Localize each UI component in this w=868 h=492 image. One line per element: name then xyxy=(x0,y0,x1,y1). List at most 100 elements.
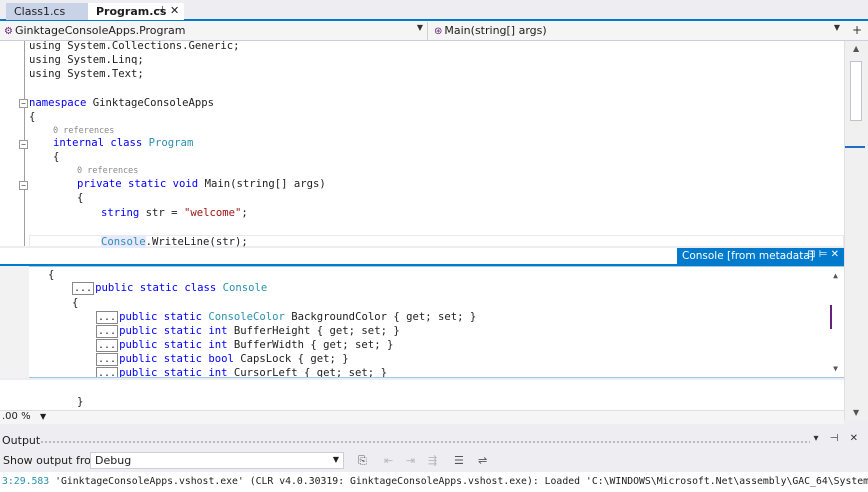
code-line-method: private static void Main(string[] args) xyxy=(77,178,326,192)
document-tab-bar: Class1.cs Program.cs ⊣ ✕ xyxy=(0,0,868,21)
member-name: BackgroundColor { get; set; } xyxy=(284,311,477,323)
code-line-brace: { xyxy=(77,192,84,204)
collapse-toggle[interactable]: − xyxy=(19,181,28,190)
code-line-string-decl: string str = "welcome"; xyxy=(101,207,248,221)
console-type-reference[interactable]: Console xyxy=(101,236,146,248)
member-name: CapsLock { get; } xyxy=(240,353,349,365)
type-dropdown[interactable]: ⚙ GinktageConsoleApps.Program ▼ xyxy=(0,22,428,40)
peek-tab-buttons[interactable]: ⊟ ⊨ ✕ xyxy=(807,249,839,260)
navigation-bar: ⚙ GinktageConsoleApps.Program ▼ ⊛ Main(str… xyxy=(0,21,868,41)
member-dropdown-value: Main(string[] args) xyxy=(444,24,547,37)
class-icon: ⚙ xyxy=(4,26,13,37)
output-message: 'GinktageConsoleApps.vshost.exe' (CLR v4… xyxy=(49,476,868,487)
next-message-icon[interactable]: ⇥ xyxy=(406,454,415,467)
code-editor-content[interactable]: using System.Collections.Generic; using … xyxy=(0,40,844,250)
collapsed-block[interactable]: ... xyxy=(96,325,119,338)
previous-message-icon[interactable]: ⇤ xyxy=(384,454,393,467)
writeline-call: .WriteLine(str); xyxy=(145,236,248,248)
class-keyword: internal class xyxy=(53,137,149,149)
string-literal: "welcome" xyxy=(183,207,242,219)
type-dropdown-value: GinktageConsoleApps.Program xyxy=(14,24,186,37)
peek-member-row: ... public static int BufferWidth { get; … xyxy=(96,339,393,353)
peek-member-row: ... public static int BufferHeight { get;… xyxy=(96,325,400,339)
collapse-toggle[interactable]: − xyxy=(19,99,28,108)
peek-line-brace: { xyxy=(72,297,79,309)
peek-definition-window[interactable]: { ... public static class Console { ... pu… xyxy=(29,266,844,378)
member-type: ConsoleColor xyxy=(208,311,285,323)
panel-controls[interactable]: ▾ ⊣ ✕ xyxy=(814,433,862,444)
collapsed-block[interactable]: ... xyxy=(72,282,95,295)
member-name: CursorLeft { get; set; } xyxy=(233,367,387,377)
clear-all-icon[interactable]: ☰ xyxy=(454,454,464,467)
chevron-down-icon: ▼ xyxy=(332,455,339,464)
codelens-references[interactable]: 0 references xyxy=(53,126,114,136)
collapsed-block[interactable]: ... xyxy=(96,353,119,366)
output-panel-header: Output ▾ ⊣ ✕ xyxy=(0,432,868,449)
zoom-level[interactable]: .00 % xyxy=(2,411,31,422)
output-toolbar: Show output from: Debug ▼ ⎘ ⇤ ⇥ ⇶ ☰ ⇌ xyxy=(0,449,868,472)
semicolon: ; xyxy=(241,207,248,219)
output-source-value: Debug xyxy=(95,454,132,467)
output-source-select[interactable]: Debug ▼ xyxy=(90,452,344,469)
tab-class1[interactable]: Class1.cs xyxy=(6,3,88,20)
output-title: Output xyxy=(2,434,41,447)
collapsed-block[interactable]: ... xyxy=(96,311,119,324)
code-line-using1: using System.Collections.Generic; xyxy=(29,40,240,52)
member-name: BufferHeight { get; set; } xyxy=(233,325,400,337)
output-timestamp: 3:29.583 xyxy=(2,476,50,487)
split-editor-button[interactable]: + xyxy=(852,23,862,37)
pin-icon[interactable]: ⊣ xyxy=(155,5,164,16)
code-line-brace: { xyxy=(53,151,60,163)
member-modifiers: public static xyxy=(119,311,209,323)
peek-class-keyword: public static class xyxy=(95,282,223,294)
member-modifiers: public static int xyxy=(119,325,234,337)
peek-member-row: ... public static int CursorLeft { get; s… xyxy=(96,367,387,377)
collapsed-block[interactable]: ... xyxy=(96,339,119,352)
peek-scroll-down-icon[interactable]: ▼ xyxy=(833,364,838,373)
member-name: BufferWidth { get; set; } xyxy=(233,339,394,351)
member-modifiers: public static int xyxy=(119,339,234,351)
class-name: Program xyxy=(148,137,194,149)
close-icon[interactable]: ✕ xyxy=(170,4,179,17)
editor-scrollbar[interactable]: ▲ ▼ xyxy=(844,41,868,420)
method-signature: Main(string[] args) xyxy=(204,178,326,190)
code-line-class: internal class Program xyxy=(53,137,193,151)
go-to-message-icon[interactable]: ⇶ xyxy=(428,454,437,467)
namespace-name: GinktageConsoleApps xyxy=(86,97,214,109)
peek-scroll-up-icon[interactable]: ▲ xyxy=(833,271,838,280)
member-modifiers: public static bool xyxy=(119,353,241,365)
peek-tab-label: Console [from metadata] xyxy=(682,250,814,262)
scroll-up-icon[interactable]: ▲ xyxy=(853,44,859,53)
code-line-namespace: namespace GinktageConsoleApps xyxy=(29,97,214,111)
peek-header: Console [from metadata] ⊟ ⊨ ✕ xyxy=(0,248,844,266)
peek-tab[interactable]: Console [from metadata] ⊟ ⊨ ✕ xyxy=(677,248,844,266)
scroll-thumb[interactable] xyxy=(850,61,862,121)
collapsed-block[interactable]: ... xyxy=(96,367,119,377)
peek-line-class: ... public static class Console xyxy=(72,282,267,296)
find-message-icon[interactable]: ⎘ xyxy=(358,454,367,468)
chevron-down-icon[interactable]: ▼ xyxy=(40,412,46,421)
method-icon: ⊛ xyxy=(434,26,443,37)
peek-scroll-marker xyxy=(830,305,832,329)
code-line-using2: using System.Linq; xyxy=(29,54,144,66)
word-wrap-icon[interactable]: ⇌ xyxy=(478,454,487,467)
method-modifiers: private static void xyxy=(77,178,205,190)
output-text[interactable]: 3:29.583 'GinktageConsoleApps.vshost.exe… xyxy=(0,472,868,492)
tab-program[interactable]: Program.cs ⊣ ✕ xyxy=(88,3,184,20)
code-line-brace: } xyxy=(77,396,84,408)
member-dropdown[interactable]: ⊛ Main(string[] args) ▼ xyxy=(430,22,844,40)
drag-handle[interactable] xyxy=(40,440,810,444)
peek-member-row: ... public static ConsoleColor Background… xyxy=(96,311,476,325)
peek-class-name: Console xyxy=(222,282,268,294)
peek-margin xyxy=(0,266,29,378)
member-modifiers: public static int xyxy=(119,367,234,377)
collapse-toggle[interactable]: − xyxy=(19,140,28,149)
scroll-down-icon[interactable]: ▼ xyxy=(853,408,859,417)
peek-member-row: ... public static bool CapsLock { get; } xyxy=(96,353,349,367)
code-editor-lower[interactable]: } xyxy=(0,380,844,410)
code-line-brace: { xyxy=(29,111,36,123)
codelens-references[interactable]: 0 references xyxy=(77,166,138,176)
tab-class1-label: Class1.cs xyxy=(14,5,66,18)
chevron-down-icon: ▼ xyxy=(416,23,423,32)
caret-position-marker xyxy=(845,146,865,148)
